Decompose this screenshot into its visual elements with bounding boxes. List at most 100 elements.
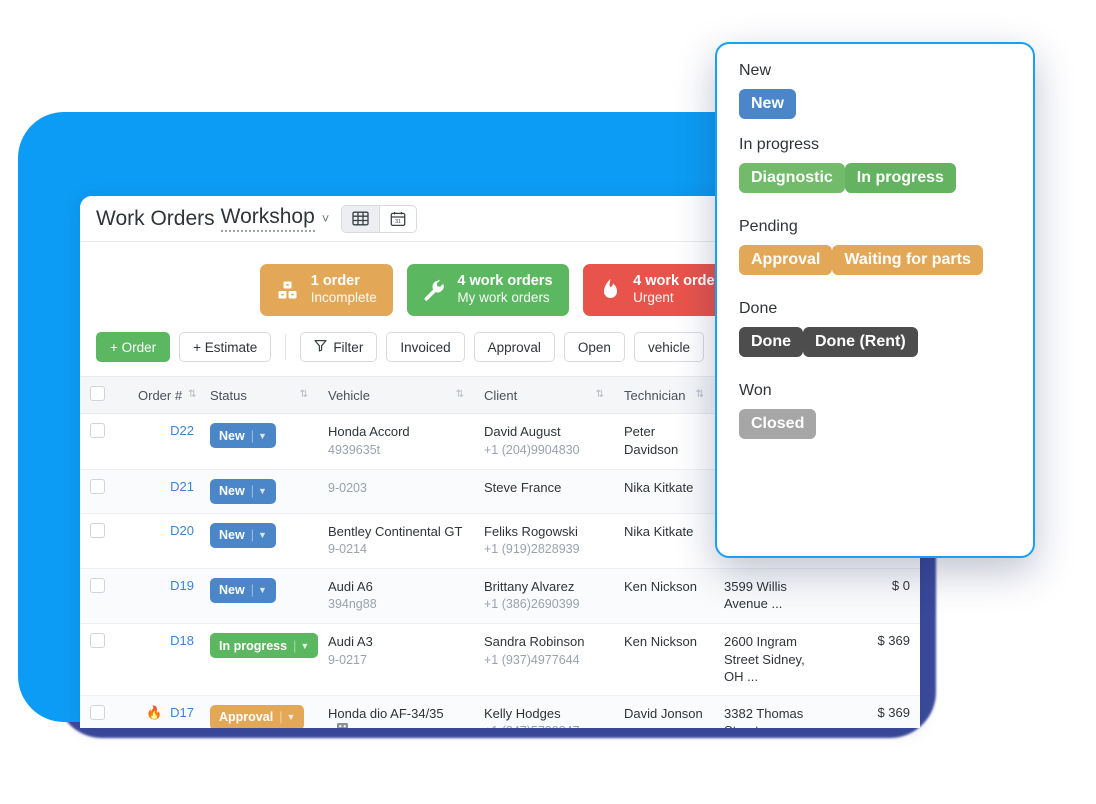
- status-dropdown-pill[interactable]: New | ▼: [210, 478, 276, 504]
- row-checkbox[interactable]: [90, 633, 105, 649]
- order-number-link[interactable]: D18: [170, 633, 194, 648]
- status-label: In progress: [219, 638, 288, 653]
- order-number-link[interactable]: D19: [170, 578, 194, 593]
- row-amount-cell: $ 369: [834, 695, 920, 728]
- table-row[interactable]: D18 In progress | ▼ Audi A3 9-0217 Sandr…: [80, 623, 920, 696]
- chevron-down-icon[interactable]: ˅: [322, 211, 330, 226]
- table-row[interactable]: 🔥 D17 Approval | ▼ Honda dio AF-34/35 03…: [80, 695, 920, 728]
- row-address-cell: 3382 Thomas Street: [714, 695, 834, 728]
- status-dropdown-pill[interactable]: New | ▼: [210, 522, 276, 548]
- status-option-badge[interactable]: Approval: [739, 245, 833, 275]
- status-separator: |: [250, 583, 254, 598]
- vehicle-vin: 9-0203: [328, 480, 367, 495]
- status-dropdown-pill[interactable]: In progress | ▼: [210, 633, 319, 659]
- row-status-cell: New | ▼: [200, 568, 318, 625]
- order-number-link[interactable]: D21: [170, 479, 194, 494]
- vehicle-detail-icon[interactable]: [336, 722, 349, 728]
- row-vehicle-cell: Honda dio AF-34/35 039284999TYw494049: [318, 695, 474, 728]
- add-order-button[interactable]: + Order: [96, 332, 171, 363]
- chip-invoiced[interactable]: Invoiced: [386, 332, 465, 363]
- row-checkbox[interactable]: [90, 478, 105, 494]
- chevron-down-icon[interactable]: ▼: [297, 641, 316, 651]
- row-client-cell: Kelly Hodges +1 (847)5739847: [474, 695, 614, 728]
- urgent-flame-icon: 🔥: [146, 704, 163, 720]
- row-checkbox[interactable]: [90, 577, 105, 593]
- chevron-down-icon[interactable]: ▼: [255, 431, 274, 441]
- sort-icon: ⇅: [595, 389, 604, 401]
- status-dropdown-pill[interactable]: New | ▼: [210, 577, 276, 603]
- client-phone: +1 (937)4977644: [484, 652, 580, 667]
- stat-card-incomplete[interactable]: 1 order Incomplete: [260, 264, 393, 317]
- calendar-view-icon[interactable]: 31: [379, 205, 416, 232]
- status-label: New: [219, 484, 245, 499]
- status-option-badge[interactable]: In progress: [844, 163, 956, 193]
- row-technician-cell: Peter Davidson: [614, 413, 714, 470]
- chevron-down-icon[interactable]: ▼: [283, 712, 302, 722]
- filter-icon: [314, 339, 327, 355]
- table-row[interactable]: D19 New | ▼ Audi A6 394ng88 Brittany Alv…: [80, 568, 920, 625]
- status-dropdown-pill[interactable]: Approval | ▼: [210, 704, 305, 728]
- status-option-badge[interactable]: Waiting for parts: [832, 245, 983, 275]
- col-technician[interactable]: Technician ⇅: [614, 376, 714, 415]
- client-name: Feliks Rogowski: [484, 523, 578, 539]
- chip-vehicle[interactable]: vehicle: [633, 332, 704, 363]
- row-checkbox[interactable]: [90, 423, 105, 439]
- table-view-icon[interactable]: [342, 205, 380, 232]
- chevron-down-icon[interactable]: ▼: [255, 486, 274, 496]
- row-select-cell: [80, 513, 128, 569]
- view-toggle: 31: [341, 204, 418, 233]
- screenshot-stage: Work Orders Workshop ˅ 31 1 order Incomp…: [0, 0, 1096, 804]
- status-dropdown-panel[interactable]: New New In progress Diagnostic In progress Pe…: [715, 42, 1035, 558]
- row-checkbox[interactable]: [90, 522, 105, 538]
- col-status[interactable]: Status ⇅: [200, 376, 318, 415]
- status-group: Done Done Done (Rent): [739, 300, 1011, 365]
- order-number-link[interactable]: D22: [170, 423, 194, 438]
- vehicle-vin: 394ng88: [328, 597, 377, 612]
- row-vehicle-cell: Audi A6 394ng88: [318, 568, 474, 625]
- row-vehicle-cell: Honda Accord 4939635t: [318, 413, 474, 470]
- client-phone: +1 (386)2690399: [484, 597, 580, 612]
- col-vehicle[interactable]: Vehicle ⇅: [318, 376, 474, 415]
- status-group-title: New: [739, 62, 772, 79]
- chevron-down-icon[interactable]: ▼: [255, 585, 274, 595]
- stat-card-my-work-orders[interactable]: 4 work orders My work orders: [406, 264, 569, 317]
- status-option-badge[interactable]: Done (Rent): [803, 327, 918, 357]
- status-label: Approval: [219, 710, 274, 725]
- add-estimate-button[interactable]: + Estimate: [179, 332, 272, 363]
- row-client-cell: Sandra Robinson +1 (937)4977644: [474, 623, 614, 696]
- row-client-cell: Brittany Alvarez +1 (386)2690399: [474, 568, 614, 625]
- order-number-link[interactable]: D20: [170, 523, 194, 538]
- row-technician-cell: David Jonson: [614, 695, 714, 728]
- status-dropdown-pill[interactable]: New | ▼: [210, 423, 276, 449]
- status-option-badge[interactable]: Closed: [739, 409, 817, 439]
- filter-button[interactable]: Filter: [300, 332, 378, 363]
- chip-approval[interactable]: Approval: [473, 332, 555, 363]
- col-client[interactable]: Client ⇅: [474, 376, 614, 415]
- vehicle-vin: 4939635t: [328, 442, 381, 457]
- row-checkbox[interactable]: [90, 704, 105, 720]
- row-address-cell: 3599 Willis Avenue ...: [714, 568, 834, 625]
- select-all-checkbox[interactable]: [90, 386, 105, 402]
- status-group: Pending Approval Waiting for parts: [739, 218, 1011, 283]
- address-line2: Street: [724, 722, 824, 728]
- col-label: Status: [210, 387, 247, 403]
- status-separator: |: [250, 484, 254, 499]
- chevron-down-icon[interactable]: ▼: [255, 530, 274, 540]
- row-client-cell: David August +1 (204)9904830: [474, 413, 614, 470]
- page-subtitle[interactable]: Workshop: [220, 205, 315, 232]
- technician-name: Ken Nickson: [624, 578, 697, 594]
- chip-open[interactable]: Open: [563, 332, 625, 363]
- stat-label: My work orders: [457, 290, 550, 306]
- col-order-number[interactable]: Order # ⇅: [128, 376, 200, 415]
- order-number-link[interactable]: D17: [170, 705, 194, 720]
- status-option-badge[interactable]: New: [739, 89, 796, 119]
- row-status-cell: New | ▼: [200, 469, 318, 514]
- stat-value: 1 order: [310, 273, 360, 289]
- status-separator: |: [250, 428, 254, 443]
- stat-label: Incomplete: [310, 290, 377, 306]
- address-line1: 3382 Thomas: [724, 705, 804, 721]
- status-option-badge[interactable]: Done: [739, 327, 803, 357]
- address-line2: Avenue ...: [724, 596, 783, 612]
- status-option-badge[interactable]: Diagnostic: [739, 163, 845, 193]
- row-order-number-cell: 🔥 D17: [128, 695, 200, 728]
